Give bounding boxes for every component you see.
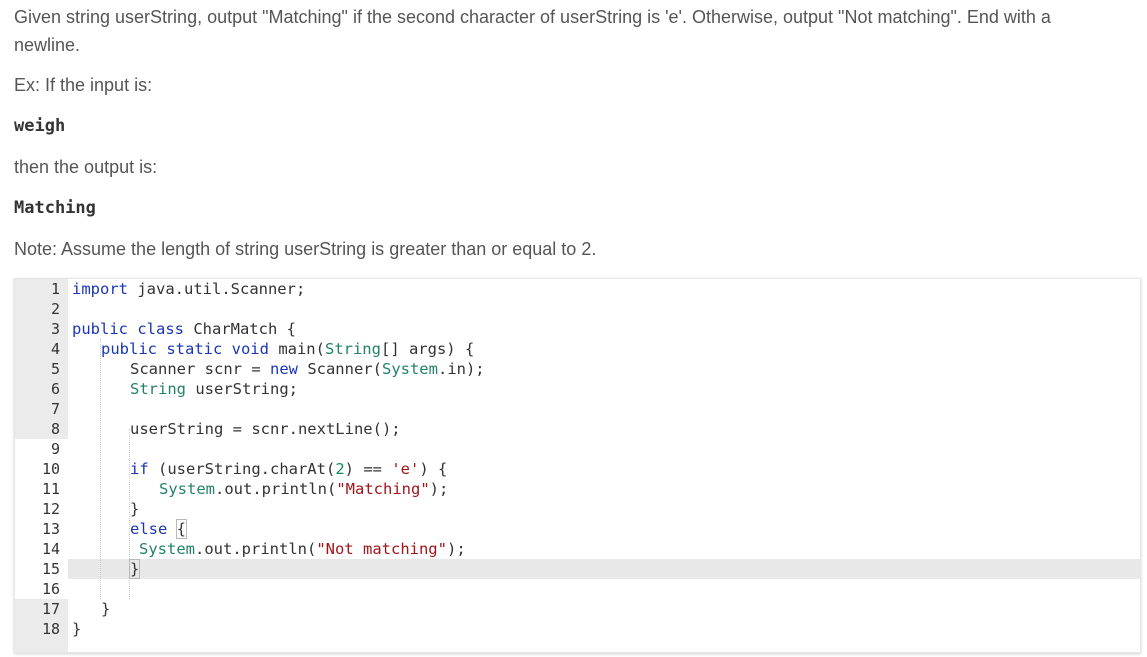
example-label: Ex: If the input is: bbox=[14, 75, 153, 95]
code-line-18[interactable]: } bbox=[72, 619, 81, 639]
indent-guide bbox=[100, 339, 101, 599]
code-line-6[interactable]: String userString; bbox=[130, 379, 298, 399]
line-number: 8 bbox=[50, 420, 60, 438]
code-line-14[interactable]: System.out.println("Not matching"); bbox=[139, 539, 466, 559]
code-line-15[interactable]: } bbox=[128, 559, 141, 579]
line-number: 12 bbox=[41, 500, 60, 518]
note-text: Note: Assume the length of string userSt… bbox=[14, 239, 597, 259]
code-line-3[interactable]: public class CharMatch { bbox=[72, 319, 296, 339]
line-number: 1 bbox=[50, 280, 60, 298]
code-line-17[interactable]: } bbox=[101, 599, 110, 619]
code-line-5[interactable]: Scanner scnr = new Scanner(System.in); bbox=[130, 359, 485, 379]
prompt-line-2: newline. bbox=[14, 35, 81, 55]
matched-bracket-highlight: } bbox=[128, 559, 141, 579]
text-cursor bbox=[139, 560, 141, 577]
code-line-13[interactable]: else { bbox=[130, 519, 188, 539]
line-number: 9 bbox=[50, 440, 60, 458]
line-number: 17 bbox=[41, 600, 60, 618]
code-line-11[interactable]: System.out.println("Matching"); bbox=[159, 479, 448, 499]
code-line-12[interactable]: } bbox=[130, 499, 139, 519]
example-output: Matching bbox=[14, 198, 96, 218]
prompt-line-1: Given string userString, output "Matchin… bbox=[14, 7, 1051, 27]
line-number: 5 bbox=[50, 360, 60, 378]
code-line-1[interactable]: import java.util.Scanner; bbox=[72, 279, 305, 299]
line-number-gutter: 1 2 3 4 5 6 7 8 9 10 11 12 13 14 15 16 17 18 bbox=[15, 279, 68, 652]
line-number: 18 bbox=[41, 620, 60, 638]
line-number: 2 bbox=[50, 300, 60, 318]
line-number: 15 bbox=[41, 560, 60, 578]
line-number: 16 bbox=[41, 580, 60, 598]
line-number: 3 bbox=[50, 320, 60, 338]
line-number: 14 bbox=[41, 540, 60, 558]
line-number: 13 bbox=[41, 520, 60, 538]
example-input: weigh bbox=[14, 116, 66, 136]
code-editor[interactable]: 1 2 3 4 5 6 7 8 9 10 11 12 13 14 15 16 17 18 import java.… bbox=[14, 278, 1141, 653]
line-number: 4 bbox=[50, 340, 60, 358]
active-line-highlight bbox=[68, 559, 1140, 579]
line-number: 7 bbox=[50, 400, 60, 418]
code-line-10[interactable]: if (userString.charAt(2) == 'e') { bbox=[130, 459, 447, 479]
line-number: 11 bbox=[41, 480, 60, 498]
line-number: 6 bbox=[50, 380, 60, 398]
code-line-8[interactable]: userString = scnr.nextLine(); bbox=[130, 419, 401, 439]
code-line-4[interactable]: public static void main(String[] args) { bbox=[101, 339, 474, 359]
output-label: then the output is: bbox=[14, 157, 158, 177]
matched-bracket-highlight: { bbox=[175, 519, 188, 539]
line-number: 10 bbox=[41, 460, 60, 478]
